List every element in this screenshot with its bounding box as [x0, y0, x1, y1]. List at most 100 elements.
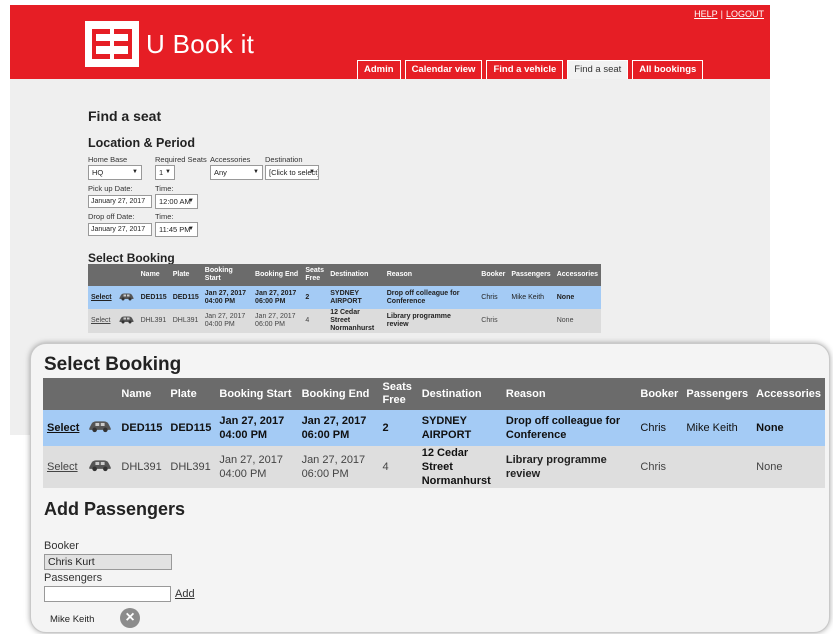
passengers-label: Passengers [44, 572, 103, 584]
app-name: U Book it [146, 29, 255, 59]
cell-reason: Drop off colleague for Conference [501, 410, 637, 446]
add-passengers-heading: Add Passengers [44, 499, 186, 519]
col-booking-end: Booking End [297, 378, 379, 410]
table-row[interactable]: Select DED115 DED115 Jan 27, 2017 04:00 P… [43, 410, 825, 446]
col-booking-start: Booking Start [215, 378, 298, 410]
required-seats-label: Required Seats [155, 155, 207, 164]
col-icon [83, 378, 118, 410]
tab-find-a-vehicle[interactable]: Find a vehicle [486, 60, 564, 79]
table-row[interactable]: Select DED115 DED115 Jan 27, 2017 04:00 P… [88, 286, 601, 309]
cell-passengers: Mike Keith [682, 410, 753, 446]
cell-plate: DED115 [166, 410, 216, 446]
tab-find-a-seat[interactable]: Find a seat [567, 60, 629, 79]
cell-start: Jan 27, 2017 04:00 PM [215, 410, 298, 446]
app-header: U Book it HELP | LOGOUT Admin Calendar vie… [10, 5, 770, 79]
select-booking-heading-large: Select Booking [44, 354, 182, 375]
add-passenger-link[interactable]: Add [175, 588, 195, 600]
tab-calendar-view[interactable]: Calendar view [404, 60, 483, 79]
cell-plate: DHL391 [169, 309, 202, 333]
pickup-date-input[interactable]: January 27, 2017 [88, 195, 152, 208]
cell-destination: 12 Cedar Street Normanhurst [417, 446, 502, 488]
chevron-down-icon: ▼ [253, 169, 259, 175]
cell-name: DHL391 [117, 446, 167, 488]
top-links: HELP | LOGOUT [694, 9, 764, 19]
cell-plate: DHL391 [166, 446, 216, 488]
cell-reason: Library programme review [501, 446, 637, 488]
cell-plate: DED115 [169, 286, 202, 309]
dropoff-date-input[interactable]: January 27, 2017 [88, 223, 152, 236]
col-booker: Booker [636, 378, 683, 410]
col-seats-free: Seats Free [378, 378, 418, 410]
destination-label: Destination [265, 155, 303, 164]
col-passengers: Passengers [508, 264, 554, 286]
col-destination: Destination [327, 264, 384, 286]
tab-admin[interactable]: Admin [357, 60, 401, 79]
col-select [43, 378, 84, 410]
select-link[interactable]: Select [91, 294, 112, 301]
app-logo [85, 21, 139, 67]
screenshot-stage: U Book it HELP | LOGOUT Admin Calendar vie… [0, 0, 833, 634]
cell-accessories: None [752, 446, 825, 488]
cell-name: DHL391 [137, 309, 170, 333]
table-header-row: Name Plate Booking Start Booking End Sea… [43, 378, 825, 410]
passengers-input[interactable] [44, 586, 171, 602]
col-plate: Plate [169, 264, 202, 286]
col-booking-end: Booking End [252, 264, 303, 286]
col-accessories: Accessories [752, 378, 825, 410]
table-row[interactable]: Select DHL391 DHL391 Jan 27, 2017 04:00 P… [43, 446, 825, 488]
home-base-select[interactable]: HQ ▼ [88, 165, 142, 180]
accessories-select[interactable]: Any ▼ [210, 165, 263, 180]
cell-seats: 4 [378, 446, 418, 488]
link-separator: | [720, 9, 723, 19]
pickup-time-select[interactable]: 12:00 AM ▼ [155, 194, 198, 209]
cell-end: Jan 27, 2017 06:00 PM [252, 309, 303, 333]
cell-accessories: None [553, 286, 601, 309]
col-reason: Reason [383, 264, 479, 286]
car-icon [119, 316, 134, 324]
booker-label: Booker [44, 540, 79, 552]
dropoff-time-label: Time: [155, 212, 174, 221]
cell-end: Jan 27, 2017 06:00 PM [252, 286, 303, 309]
select-link[interactable]: Select [47, 422, 79, 434]
col-seats-free: Seats Free [302, 264, 328, 286]
required-seats-select[interactable]: 1 ▼ [155, 165, 175, 180]
cell-destination: 12 Cedar Street Normanhurst [327, 309, 384, 333]
col-name: Name [137, 264, 170, 286]
cell-seats: 2 [378, 410, 418, 446]
cell-reason: Library programme review [383, 309, 479, 333]
main-nav: Admin Calendar view Find a vehicle Find … [357, 60, 704, 79]
chevron-down-icon: ▼ [165, 169, 171, 175]
chevron-down-icon: ▼ [188, 198, 194, 204]
added-passenger-name: Mike Keith [50, 614, 95, 625]
tab-all-bookings[interactable]: All bookings [632, 60, 704, 79]
col-booking-start: Booking Start [201, 264, 253, 286]
home-base-label: Home Base [88, 155, 128, 164]
logout-link[interactable]: LOGOUT [726, 9, 764, 19]
col-reason: Reason [501, 378, 637, 410]
cell-name: DED115 [137, 286, 170, 309]
cell-destination: SYDNEY AIRPORT [417, 410, 502, 446]
page-title: Find a seat [88, 108, 162, 124]
cell-booker: Chris [478, 309, 509, 333]
select-link[interactable]: Select [47, 461, 78, 473]
table-header-row: Name Plate Booking Start Booking End Sea… [88, 264, 601, 286]
dropoff-time-select[interactable]: 11:45 PM ▼ [155, 222, 198, 237]
destination-select[interactable]: [Click to select] ▼ [265, 165, 319, 180]
cell-booker: Chris [636, 410, 683, 446]
cell-start: Jan 27, 2017 04:00 PM [215, 446, 298, 488]
booker-field: Chris Kurt [44, 554, 172, 570]
select-link[interactable]: Select [91, 317, 110, 324]
dropoff-date-label: Drop off Date: [88, 212, 135, 221]
cell-end: Jan 27, 2017 06:00 PM [297, 410, 379, 446]
col-icon [114, 264, 138, 286]
bookings-table-large: Name Plate Booking Start Booking End Sea… [43, 378, 825, 488]
car-icon [89, 460, 112, 472]
col-name: Name [117, 378, 167, 410]
col-accessories: Accessories [553, 264, 601, 286]
chevron-down-icon: ▼ [309, 169, 315, 175]
col-select [88, 264, 115, 286]
help-link[interactable]: HELP [694, 9, 718, 19]
table-row[interactable]: Select DHL391 DHL391 Jan 27, 2017 04:00 P… [88, 309, 601, 333]
cell-passengers [682, 446, 753, 488]
close-icon[interactable]: × [120, 608, 140, 628]
